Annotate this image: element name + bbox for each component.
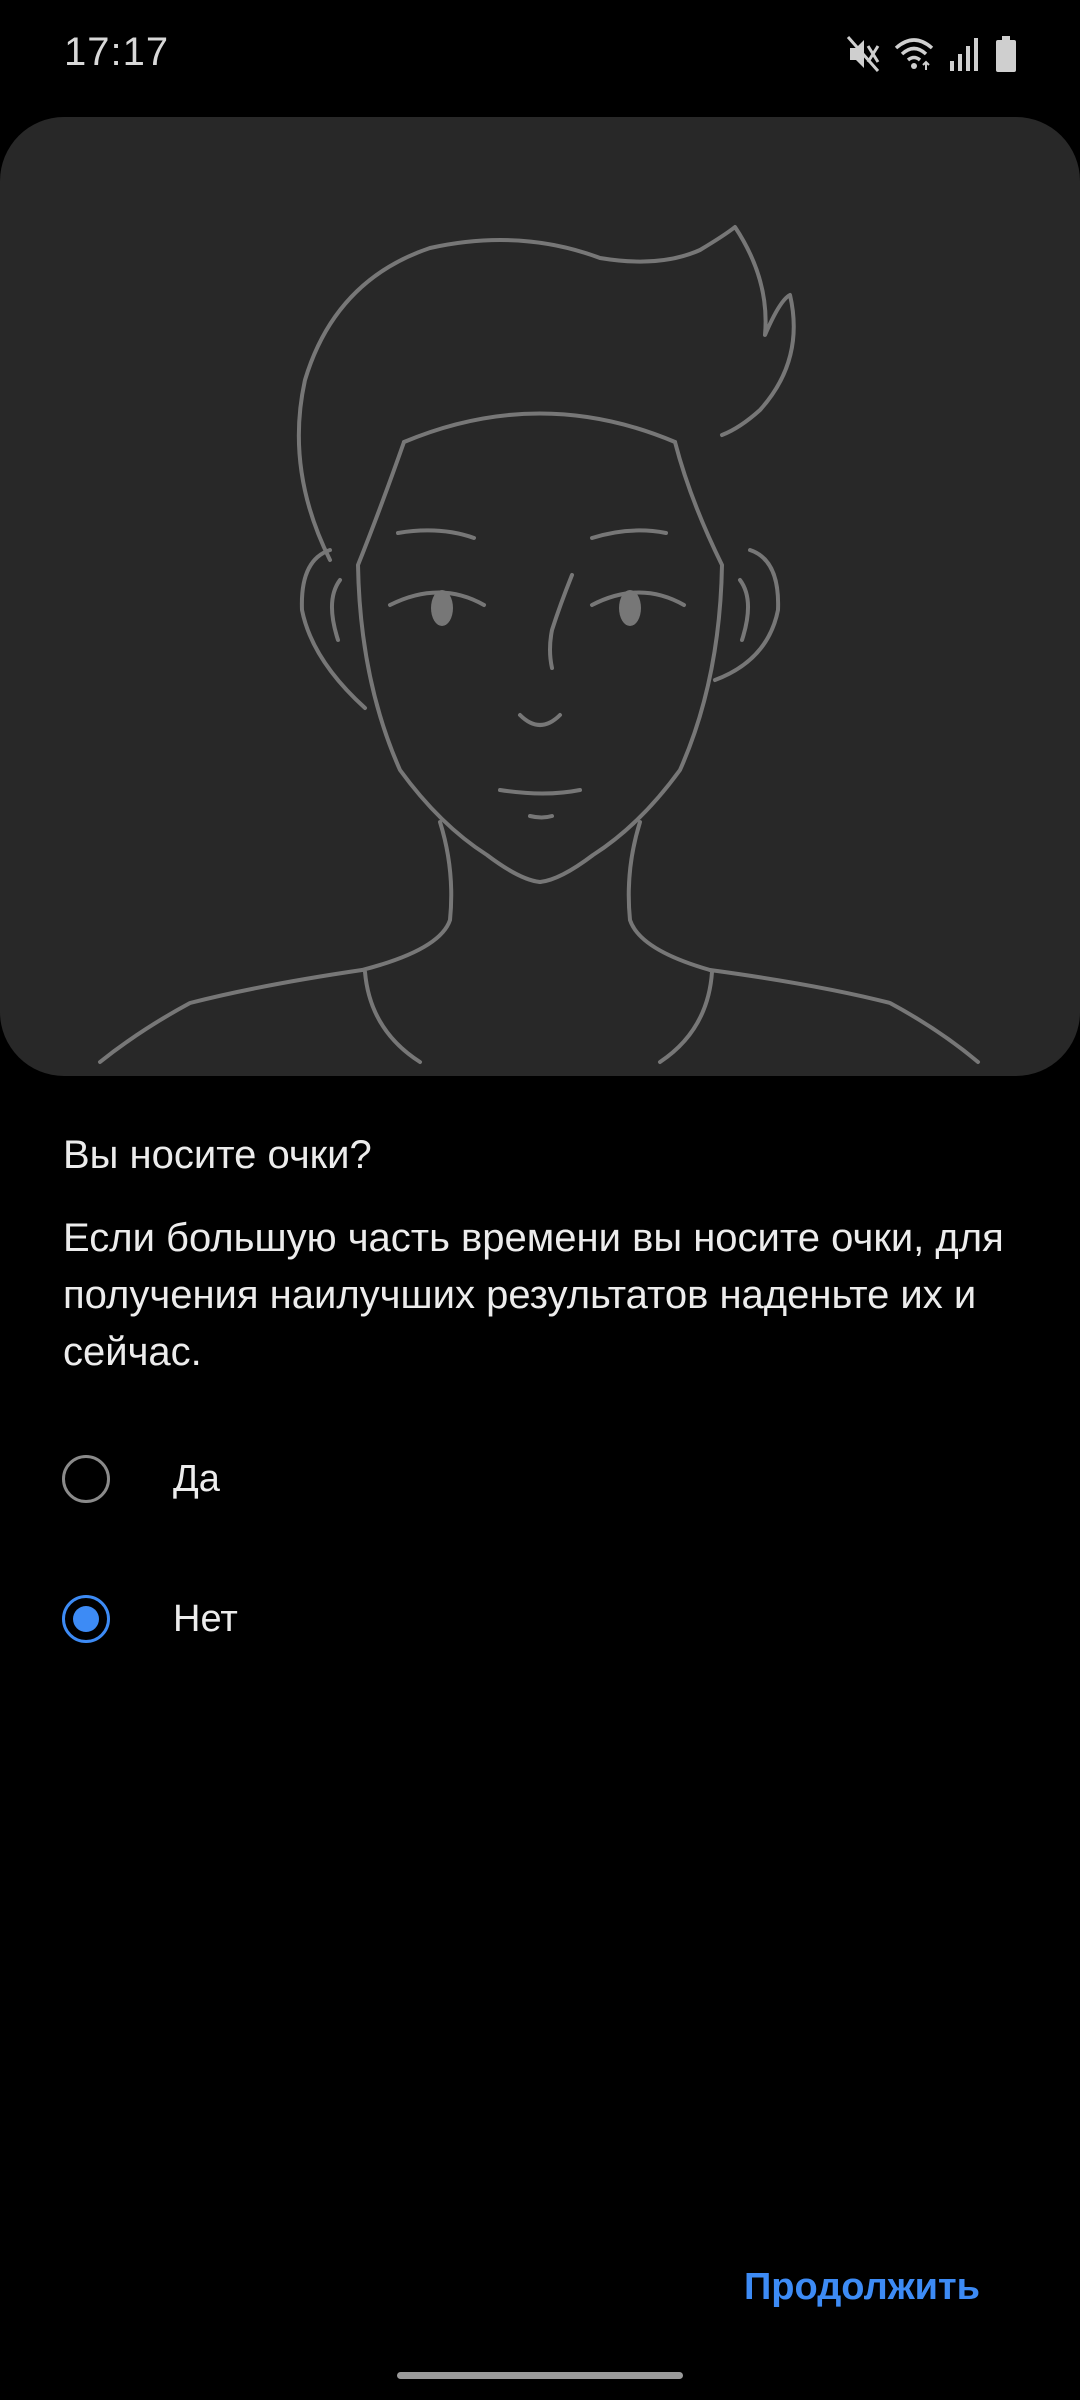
mute-icon [846,35,880,73]
battery-icon [994,35,1018,73]
face-outline-illustration [98,225,980,1064]
question-title: Вы носите очки? [63,1133,372,1177]
screen: 17:17 Вы носите очки? Если большую часть… [0,0,1080,2400]
status-bar: 17:17 [0,0,1080,110]
signal-icon [948,37,980,71]
question-description: Если большую часть времени вы носите очк… [63,1216,1004,1374]
wifi-icon [894,36,934,72]
home-indicator[interactable] [397,2372,683,2379]
radio-button-no[interactable] [62,1595,110,1643]
continue-button[interactable]: Продолжить [744,2260,980,2315]
radio-button-yes[interactable] [62,1455,110,1503]
option-yes-label: Да [173,1457,220,1500]
option-no[interactable]: Нет [58,1571,1018,1667]
status-time: 17:17 [64,30,170,74]
option-no-label: Нет [173,1597,238,1640]
status-icons [846,32,1018,76]
option-yes[interactable]: Да [58,1431,1018,1527]
illustration-card [0,117,1080,1076]
